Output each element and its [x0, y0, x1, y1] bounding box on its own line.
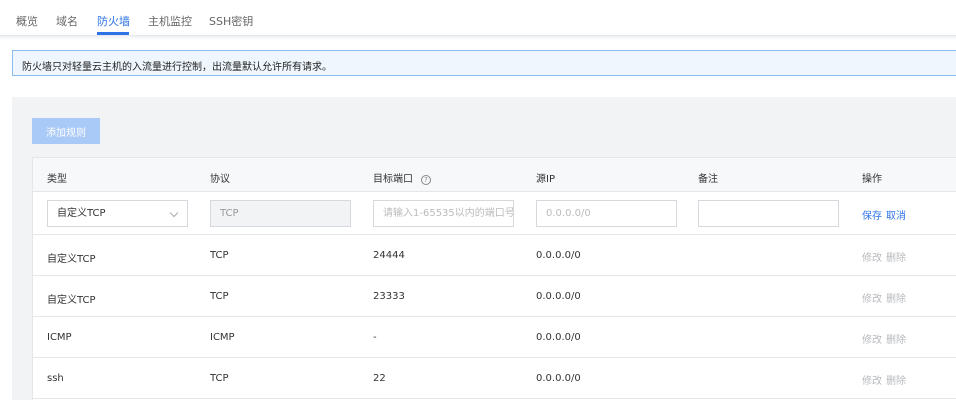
chevron-down-icon	[169, 208, 179, 218]
rule-type-select[interactable]: 自定义TCP	[47, 200, 188, 227]
column-header-source-ip: 源IP	[536, 174, 555, 185]
cancel-button[interactable]: 取消	[886, 207, 906, 222]
delete-button[interactable]: 删除	[886, 372, 906, 387]
help-icon[interactable]: ?	[421, 175, 431, 185]
rule-type: ICMP	[47, 332, 72, 343]
rule-port: -	[373, 332, 377, 343]
tab-ssh-keys[interactable]: SSH密钥	[209, 13, 253, 29]
firewall-rules-table: 类型 协议 目标端口? 源IP 备注 操作 自定义TCP TCP 请输入1-65…	[32, 157, 956, 400]
rule-protocol: TCP	[210, 373, 229, 384]
info-notice: 防火墙只对轻量云主机的入流量进行控制，出流量默认允许所有请求。	[12, 50, 956, 76]
tab-firewall[interactable]: 防火墙	[97, 13, 130, 29]
delete-button[interactable]: 删除	[886, 331, 906, 346]
edit-button[interactable]: 修改	[862, 290, 882, 305]
rule-protocol: ICMP	[210, 332, 235, 343]
source-ip-input[interactable]: 0.0.0.0/0	[536, 200, 677, 227]
rule-type: 自定义TCP	[47, 295, 96, 306]
column-header-protocol: 协议	[210, 174, 230, 185]
tab-overview[interactable]: 概览	[16, 13, 38, 29]
rule-port: 23333	[373, 291, 405, 302]
new-rule-row: 自定义TCP TCP 请输入1-65535以内的端口号 0.0.0.0/0 保存…	[33, 193, 956, 235]
column-header-target-port: 目标端口?	[373, 170, 431, 185]
tab-bar-shadow	[0, 36, 956, 40]
rule-type: 自定义TCP	[47, 254, 96, 265]
target-port-input[interactable]: 请输入1-65535以内的端口号	[373, 200, 514, 227]
column-header-actions: 操作	[862, 174, 882, 185]
rule-source-ip: 0.0.0.0/0	[536, 332, 581, 343]
rule-type-value: 自定义TCP	[57, 208, 106, 219]
tab-domain[interactable]: 域名	[56, 13, 78, 29]
rule-type: ssh	[47, 373, 64, 384]
save-button[interactable]: 保存	[862, 207, 882, 222]
tab-host-monitor[interactable]: 主机监控	[148, 13, 192, 29]
table-header: 类型 协议 目标端口? 源IP 备注 操作	[33, 158, 956, 192]
protocol-field: TCP	[210, 200, 351, 227]
notice-text: 防火墙只对轻量云主机的入流量进行控制，出流量默认允许所有请求。	[22, 62, 332, 73]
delete-button[interactable]: 删除	[886, 249, 906, 264]
column-header-target-port-label: 目标端口	[373, 174, 413, 185]
rule-port: 22	[373, 373, 386, 384]
active-tab-indicator	[97, 32, 129, 35]
table-row: 自定义TCP TCP 24444 0.0.0.0/0 修改 删除	[33, 235, 956, 276]
rule-port: 24444	[373, 250, 405, 261]
rule-source-ip: 0.0.0.0/0	[536, 250, 581, 261]
edit-button[interactable]: 修改	[862, 372, 882, 387]
rule-source-ip: 0.0.0.0/0	[536, 291, 581, 302]
table-row: ICMP ICMP - 0.0.0.0/0 修改 删除	[33, 317, 956, 358]
add-rule-button[interactable]: 添加规则	[32, 118, 100, 144]
edit-button[interactable]: 修改	[862, 249, 882, 264]
column-header-note: 备注	[698, 174, 718, 185]
rule-protocol: TCP	[210, 250, 229, 261]
rule-protocol: TCP	[210, 291, 229, 302]
delete-button[interactable]: 删除	[886, 290, 906, 305]
table-row: ssh TCP 22 0.0.0.0/0 修改 删除	[33, 358, 956, 399]
table-row: 自定义TCP TCP 23333 0.0.0.0/0 修改 删除	[33, 276, 956, 317]
note-input[interactable]	[698, 200, 839, 227]
column-header-type: 类型	[47, 174, 67, 185]
edit-button[interactable]: 修改	[862, 331, 882, 346]
rule-source-ip: 0.0.0.0/0	[536, 373, 581, 384]
tab-bar: 概览 域名 防火墙 主机监控 SSH密钥	[0, 0, 956, 36]
